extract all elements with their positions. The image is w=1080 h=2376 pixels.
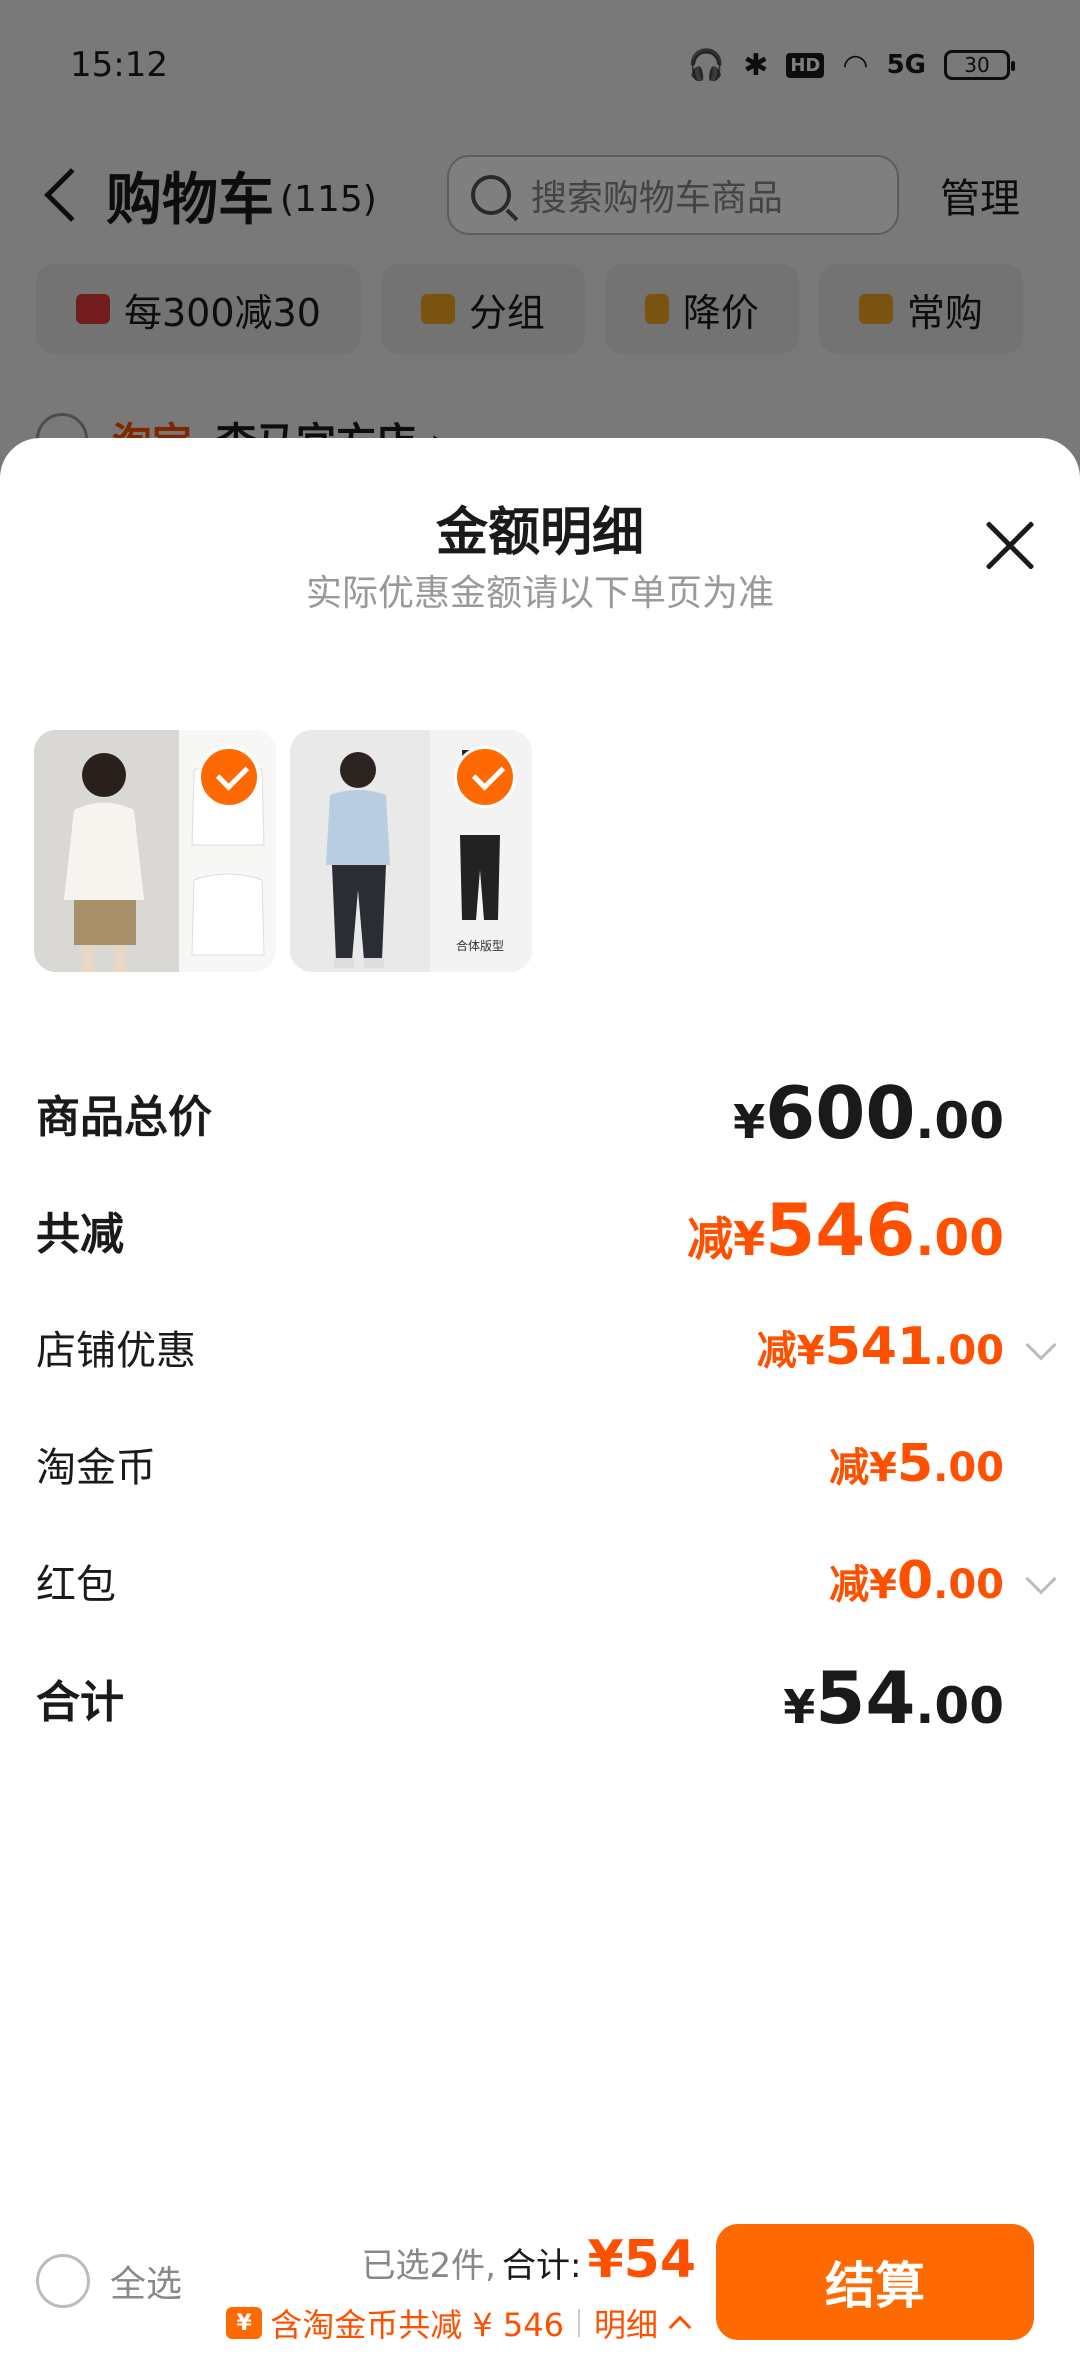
value-integer: 600 bbox=[765, 1070, 916, 1155]
row-value: 减¥ 541 .00 bbox=[757, 1317, 1004, 1377]
value-integer: 5 bbox=[896, 1433, 934, 1494]
value-integer: 0 bbox=[896, 1550, 934, 1611]
value-integer: 541 bbox=[824, 1316, 934, 1377]
selected-count: 已选2件, bbox=[361, 2246, 496, 2286]
row-value: ¥ 54 .00 bbox=[783, 1656, 1004, 1740]
currency-prefix: 减¥ bbox=[756, 1327, 825, 1374]
thumbnail-caption: 合体版型 bbox=[455, 939, 504, 953]
chevron-up-icon[interactable] bbox=[668, 2315, 692, 2339]
row-label: 淘金币 bbox=[36, 1444, 156, 1491]
row-label: 红包 bbox=[36, 1561, 116, 1608]
value-decimal: .00 bbox=[915, 1208, 1004, 1267]
row-label: 共减 bbox=[36, 1208, 124, 1260]
detail-link[interactable]: 明细 bbox=[594, 2300, 658, 2346]
product-thumbnails: 合体版型 bbox=[34, 730, 532, 972]
value-integer: 54 bbox=[815, 1655, 916, 1740]
value-decimal: .00 bbox=[915, 1091, 1004, 1150]
value-decimal: .00 bbox=[933, 1327, 1004, 1374]
checkout-bar: 全选 已选2件, 合计: ¥54 ¥ 含淘金币共减 ¥ 546 明细 结算 bbox=[0, 2196, 1080, 2376]
chevron-down-icon[interactable] bbox=[1025, 1563, 1057, 1595]
row-value: 减¥ 546 .00 bbox=[687, 1188, 1004, 1272]
select-all-radio[interactable] bbox=[36, 2254, 90, 2308]
select-all[interactable]: 全选 bbox=[36, 2254, 182, 2308]
sheet-subtitle: 实际优惠金额请以下单页为准 bbox=[305, 573, 774, 614]
product-thumbnail[interactable] bbox=[34, 730, 276, 972]
row-total-discount: 共减 减¥ 546 .00 bbox=[36, 1171, 1044, 1288]
row-store-discount[interactable]: 店铺优惠 减¥ 541 .00 bbox=[36, 1288, 1057, 1405]
check-icon[interactable] bbox=[454, 746, 516, 808]
coin-discount-text: 含淘金币共减 ¥ 546 bbox=[270, 2306, 564, 2344]
checkout-button[interactable]: 结算 bbox=[716, 2224, 1034, 2340]
product-thumbnail[interactable]: 合体版型 bbox=[290, 730, 532, 972]
row-coins: 淘金币 减¥ 5 .00 bbox=[36, 1405, 1044, 1522]
currency-prefix: 减¥ bbox=[829, 1444, 897, 1491]
currency-prefix: 减¥ bbox=[687, 1211, 766, 1266]
value-decimal: .00 bbox=[915, 1676, 1004, 1735]
divider bbox=[577, 2309, 580, 2337]
row-label: 合计 bbox=[36, 1676, 124, 1728]
coin-discount-line[interactable]: ¥ 含淘金币共减 ¥ 546 明细 bbox=[226, 2300, 692, 2346]
row-total: 合计 ¥ 54 .00 bbox=[36, 1639, 1044, 1756]
check-icon[interactable] bbox=[198, 746, 260, 808]
total-value: ¥54 bbox=[587, 2230, 696, 2290]
select-all-label: 全选 bbox=[110, 2264, 183, 2305]
chevron-down-icon[interactable] bbox=[1025, 1329, 1057, 1361]
coin-icon: ¥ bbox=[226, 2307, 263, 2339]
value-integer: 546 bbox=[765, 1187, 916, 1272]
row-red-packet[interactable]: 红包 减¥ 0 .00 bbox=[36, 1522, 1057, 1639]
sheet-title: 金额明细 bbox=[435, 503, 644, 563]
value-decimal: .00 bbox=[933, 1561, 1004, 1608]
row-value: ¥ 600 .00 bbox=[733, 1071, 1004, 1155]
total-label: 合计: bbox=[501, 2246, 582, 2286]
currency-prefix: ¥ bbox=[733, 1094, 766, 1149]
summary-line: 已选2件, 合计: ¥54 bbox=[362, 2230, 696, 2290]
row-label: 商品总价 bbox=[36, 1091, 212, 1143]
currency-prefix: ¥ bbox=[783, 1679, 816, 1734]
price-detail-sheet: 金额明细 实际优惠金额请以下单页为准 合体版型 商品总价 ¥ 600 .00 共… bbox=[0, 438, 1080, 2376]
row-subtotal: 商品总价 ¥ 600 .00 bbox=[36, 1054, 1044, 1171]
price-breakdown: 商品总价 ¥ 600 .00 共减 减¥ 546 .00 店铺优惠 减¥ 541… bbox=[36, 1054, 1057, 1756]
row-value: 减¥ 0 .00 bbox=[829, 1551, 1004, 1611]
currency-prefix: 减¥ bbox=[829, 1561, 897, 1608]
row-value: 减¥ 5 .00 bbox=[829, 1434, 1004, 1494]
close-icon[interactable] bbox=[982, 518, 1038, 574]
value-decimal: .00 bbox=[933, 1444, 1004, 1491]
row-label: 店铺优惠 bbox=[36, 1327, 196, 1374]
